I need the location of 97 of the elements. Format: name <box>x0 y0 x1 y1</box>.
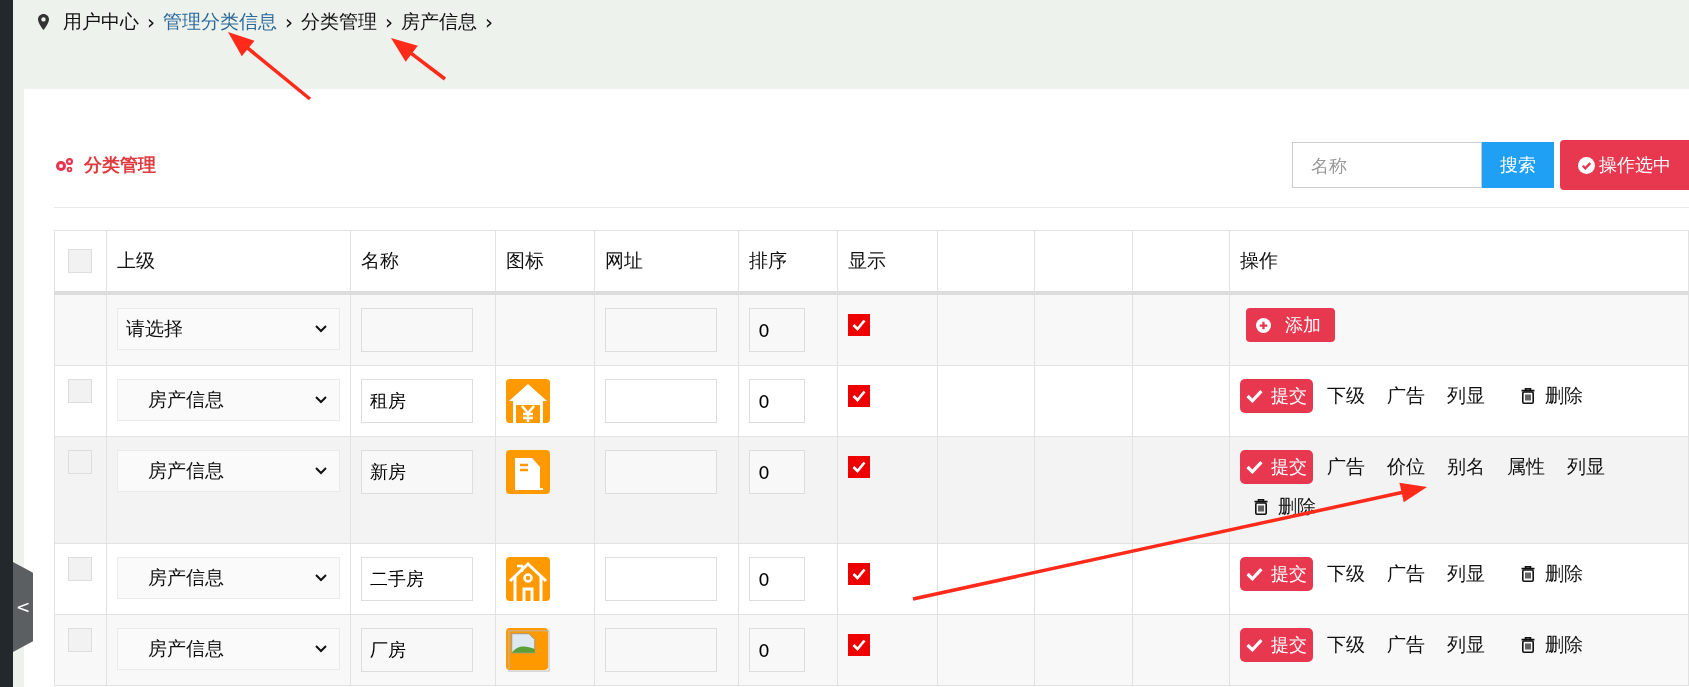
url-field[interactable] <box>604 557 717 601</box>
chevron-down-icon <box>315 574 327 582</box>
sort-field[interactable]: 0 <box>749 308 806 352</box>
row-checkbox[interactable] <box>68 628 93 652</box>
column-header: 上级 <box>116 249 155 271</box>
checkmark-icon <box>852 390 867 402</box>
sort-field[interactable]: 0 <box>749 450 806 494</box>
trash-icon <box>1521 388 1536 404</box>
visible-checkbox[interactable] <box>848 563 871 585</box>
visible-checkbox[interactable] <box>848 456 871 478</box>
name-field[interactable]: 二手房 <box>361 557 473 601</box>
column-header: 显示 <box>848 249 887 271</box>
url-field[interactable] <box>604 379 717 423</box>
parent-select[interactable]: 房产信息 <box>116 379 340 421</box>
chevron-down-icon <box>315 467 327 475</box>
checkmark-icon <box>852 461 867 473</box>
checkmark-icon <box>1246 638 1264 652</box>
url-field[interactable] <box>604 628 717 672</box>
action-link[interactable]: 广告 <box>1387 561 1426 587</box>
trash-icon <box>1254 499 1269 515</box>
visible-checkbox[interactable] <box>848 634 871 656</box>
sidebar-toggle[interactable]: < <box>13 562 33 652</box>
delete-link[interactable]: 删除 <box>1521 561 1584 587</box>
location-pin-icon <box>38 14 49 30</box>
checkmark-icon <box>852 639 867 651</box>
action-link[interactable]: 广告 <box>1387 632 1426 658</box>
submit-button[interactable]: 提交 <box>1240 557 1314 591</box>
visible-checkbox[interactable] <box>848 314 871 336</box>
checkmark-icon <box>852 568 867 580</box>
trash-icon <box>1521 637 1536 653</box>
url-field[interactable] <box>604 450 717 494</box>
checkmark-icon <box>852 319 867 331</box>
chevron-down-icon <box>315 396 327 404</box>
broken-image-icon <box>505 628 550 672</box>
action-link[interactable]: 下级 <box>1327 632 1366 658</box>
trash-icon <box>1521 566 1536 582</box>
breadcrumb-separator: › <box>485 10 493 34</box>
chevron-down-icon <box>315 325 327 333</box>
parent-select[interactable]: 请选择 <box>116 308 340 350</box>
parent-select[interactable]: 房产信息 <box>116 557 340 599</box>
checkmark-icon <box>1246 389 1264 403</box>
sort-field[interactable]: 0 <box>749 628 806 672</box>
action-link[interactable]: 下级 <box>1327 561 1366 587</box>
action-link[interactable]: 别名 <box>1447 454 1486 480</box>
breadcrumb-item: 房产信息 <box>401 9 477 34</box>
search-field[interactable]: 名称 <box>1292 142 1482 188</box>
action-link[interactable]: 广告 <box>1327 454 1366 480</box>
name-field[interactable] <box>361 308 473 352</box>
name-field[interactable]: 新房 <box>361 450 473 494</box>
action-link[interactable]: 广告 <box>1387 383 1426 409</box>
check-circle-icon <box>1578 156 1595 174</box>
action-link[interactable]: 列显 <box>1447 561 1486 587</box>
name-field[interactable]: 厂房 <box>361 628 473 672</box>
panel-title: 分类管理 <box>84 153 156 177</box>
breadcrumb-separator: › <box>285 10 293 34</box>
url-field[interactable] <box>604 308 717 352</box>
column-header: 图标 <box>505 249 544 271</box>
delete-link[interactable]: 删除 <box>1521 632 1584 658</box>
bulk-action-button[interactable]: 操作选中 <box>1560 140 1689 190</box>
column-header: 操作 <box>1240 249 1279 271</box>
column-header: 网址 <box>604 249 643 271</box>
sort-field[interactable]: 0 <box>749 557 806 601</box>
chevron-down-icon <box>315 645 327 653</box>
column-header: 名称 <box>361 249 399 271</box>
visible-checkbox[interactable] <box>848 385 871 407</box>
submit-button[interactable]: 提交 <box>1240 379 1314 413</box>
add-button[interactable]: 添加 <box>1246 308 1336 342</box>
column-header: 排序 <box>749 249 788 271</box>
annotation-arrow <box>391 38 447 81</box>
action-link[interactable]: 价位 <box>1387 454 1426 480</box>
sort-field[interactable]: 0 <box>749 379 806 423</box>
row-checkbox[interactable] <box>68 379 93 403</box>
gears-icon <box>54 157 74 173</box>
delete-link[interactable]: 删除 <box>1521 383 1584 409</box>
checkmark-icon <box>1246 460 1264 474</box>
building-icon <box>505 450 550 494</box>
action-link[interactable]: 列显 <box>1447 632 1486 658</box>
action-link[interactable]: 列显 <box>1447 383 1486 409</box>
select-all-checkbox[interactable] <box>68 249 93 273</box>
parent-select[interactable]: 房产信息 <box>116 450 340 492</box>
breadcrumb-item: 分类管理 <box>301 9 377 34</box>
house-yen-icon <box>505 379 550 423</box>
breadcrumb-item: 用户中心 <box>63 9 139 34</box>
house-icon <box>505 557 550 601</box>
plus-circle-icon <box>1256 317 1272 333</box>
action-link[interactable]: 下级 <box>1327 383 1366 409</box>
action-link[interactable]: 属性 <box>1507 454 1546 480</box>
action-link[interactable]: 列显 <box>1567 454 1606 480</box>
submit-button[interactable]: 提交 <box>1240 628 1314 662</box>
row-checkbox[interactable] <box>68 557 93 581</box>
breadcrumb-separator: › <box>385 10 393 34</box>
breadcrumb-link[interactable]: 管理分类信息 <box>163 9 277 35</box>
breadcrumb-separator: › <box>147 10 155 34</box>
parent-select[interactable]: 房产信息 <box>116 628 340 670</box>
name-field[interactable]: 租房 <box>361 379 473 423</box>
submit-button[interactable]: 提交 <box>1240 450 1314 484</box>
checkmark-icon <box>1246 567 1264 581</box>
